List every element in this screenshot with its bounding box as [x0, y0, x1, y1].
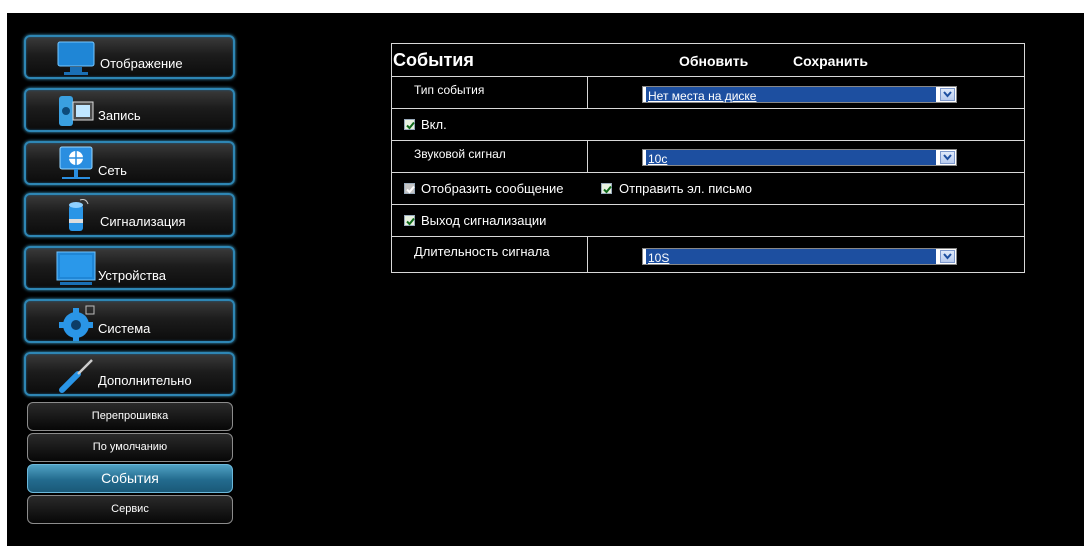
menu-system-label: Система: [98, 321, 151, 336]
menu-display-label: Отображение: [100, 56, 183, 71]
menu-system-button[interactable]: Система: [24, 299, 235, 343]
buzzer-value: 10с: [646, 150, 936, 166]
page-title: События: [393, 50, 474, 70]
event-type-select[interactable]: Нет места на диске: [642, 86, 957, 103]
enable-checkbox[interactable]: [404, 119, 415, 130]
alarm-icon: [56, 197, 96, 235]
buzzer-select[interactable]: 10с: [642, 149, 957, 166]
enable-row: Вкл.: [392, 108, 1024, 141]
event-type-row: Тип события Нет места на диске: [392, 76, 1024, 109]
duration-label: Длительность сигнала: [414, 244, 550, 259]
menu-devices-label: Устройства: [98, 268, 167, 283]
chevron-down-icon[interactable]: [940, 151, 955, 164]
menu-advanced-button[interactable]: Дополнительно: [24, 352, 235, 396]
network-icon: [56, 145, 96, 183]
enable-label: Вкл.: [421, 117, 447, 132]
notify-row: Отобразить сообщение Отправить эл. письм…: [392, 172, 1024, 205]
duration-row: Длительность сигнала 10S: [392, 236, 1024, 273]
show-message-label: Отобразить сообщение: [421, 181, 564, 196]
chevron-down-icon[interactable]: [940, 250, 955, 263]
send-email-label: Отправить эл. письмо: [619, 181, 752, 196]
menu-devices-button[interactable]: Устройства: [24, 246, 235, 290]
duration-select[interactable]: 10S: [642, 248, 957, 265]
menu-record-button[interactable]: Запись: [24, 88, 235, 132]
panel-header: События Обновить Сохранить: [392, 44, 1024, 76]
event-type-value: Нет места на диске: [646, 87, 936, 103]
send-email-checkbox[interactable]: [601, 183, 612, 194]
duration-value: 10S: [646, 249, 936, 265]
alarm-output-label: Выход сигнализации: [421, 213, 547, 228]
save-button[interactable]: Сохранить: [793, 53, 868, 69]
divider: [587, 77, 588, 109]
divider: [587, 237, 588, 273]
menu-network-label: Сеть: [98, 163, 127, 178]
menu-alarm-label: Сигнализация: [100, 214, 186, 229]
menu-display-button[interactable]: Отображение: [24, 35, 235, 79]
buzzer-label: Звуковой сигнал: [414, 147, 506, 161]
menu-advanced-label: Дополнительно: [98, 373, 192, 388]
refresh-button[interactable]: Обновить: [679, 53, 748, 69]
menu-network-button[interactable]: Сеть: [24, 141, 235, 185]
film-icon: [56, 92, 96, 130]
display-device-icon: [56, 250, 96, 288]
screwdriver-icon: [56, 356, 96, 394]
divider: [587, 141, 588, 173]
menu-record-label: Запись: [98, 108, 141, 123]
app-window: Отображение Запись Сеть Сигнализация Уст…: [7, 13, 1084, 546]
submenu-upgrade[interactable]: Перепрошивка: [27, 402, 233, 431]
event-type-label: Тип события: [414, 83, 485, 97]
submenu-events[interactable]: События: [27, 464, 233, 493]
alarm-output-checkbox[interactable]: [404, 215, 415, 226]
show-message-checkbox[interactable]: [404, 183, 415, 194]
menu-alarm-button[interactable]: Сигнализация: [24, 193, 235, 237]
buzzer-row: Звуковой сигнал 10с: [392, 140, 1024, 173]
gear-icon: [56, 303, 96, 341]
submenu-service[interactable]: Сервис: [27, 495, 233, 524]
monitor-icon: [56, 39, 96, 77]
events-panel: События Обновить Сохранить Тип события Н…: [391, 43, 1025, 273]
chevron-down-icon[interactable]: [940, 88, 955, 101]
alarm-output-row: Выход сигнализации: [392, 204, 1024, 237]
submenu-defaults[interactable]: По умолчанию: [27, 433, 233, 462]
